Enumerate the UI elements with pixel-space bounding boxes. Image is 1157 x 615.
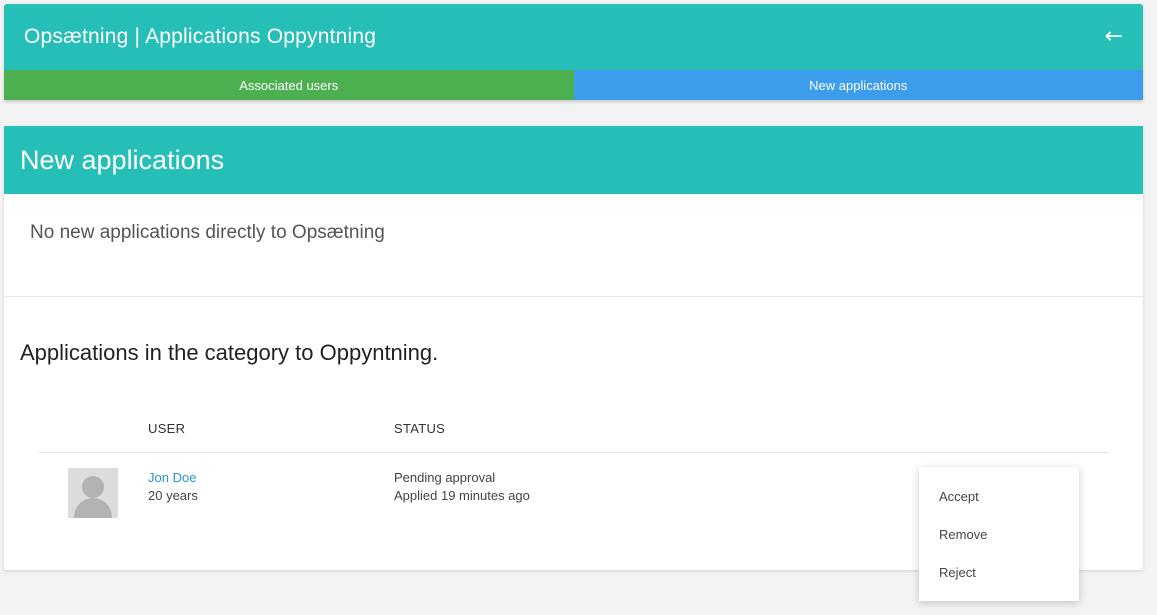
arrow-left-icon[interactable]: ← [1105,26,1123,48]
tab-new-applications[interactable]: New applications [573,70,1143,100]
category-title: Applications in the category to Oppyntni… [20,340,439,365]
status-text: Pending approval [394,470,496,485]
app-header: Opsætning | Applications Oppyntning ← [4,4,1143,70]
user-name-link[interactable]: Jon Doe [148,470,196,485]
default-avatar-icon [68,468,118,518]
accept-menu-item[interactable]: Accept [919,477,1079,515]
tab-bar: Associated users New applications [4,70,1143,100]
column-header-status: STATUS [394,421,446,436]
applied-time: Applied 19 minutes ago [394,488,530,503]
user-age: 20 years [148,488,198,503]
remove-menu-item[interactable]: Remove [919,515,1079,553]
empty-message: No new applications directly to Opsætnin… [30,222,385,243]
card-header: New applications [4,126,1143,194]
column-header-user: USER [148,421,186,436]
tab-associated-users[interactable]: Associated users [4,70,574,100]
action-menu: Accept Remove Reject [919,467,1079,601]
divider [4,296,1143,297]
table-divider [38,452,1109,453]
reject-menu-item[interactable]: Reject [919,553,1079,591]
card-title: New applications [20,144,225,175]
page-title: Opsætning | Applications Oppyntning [24,25,377,48]
